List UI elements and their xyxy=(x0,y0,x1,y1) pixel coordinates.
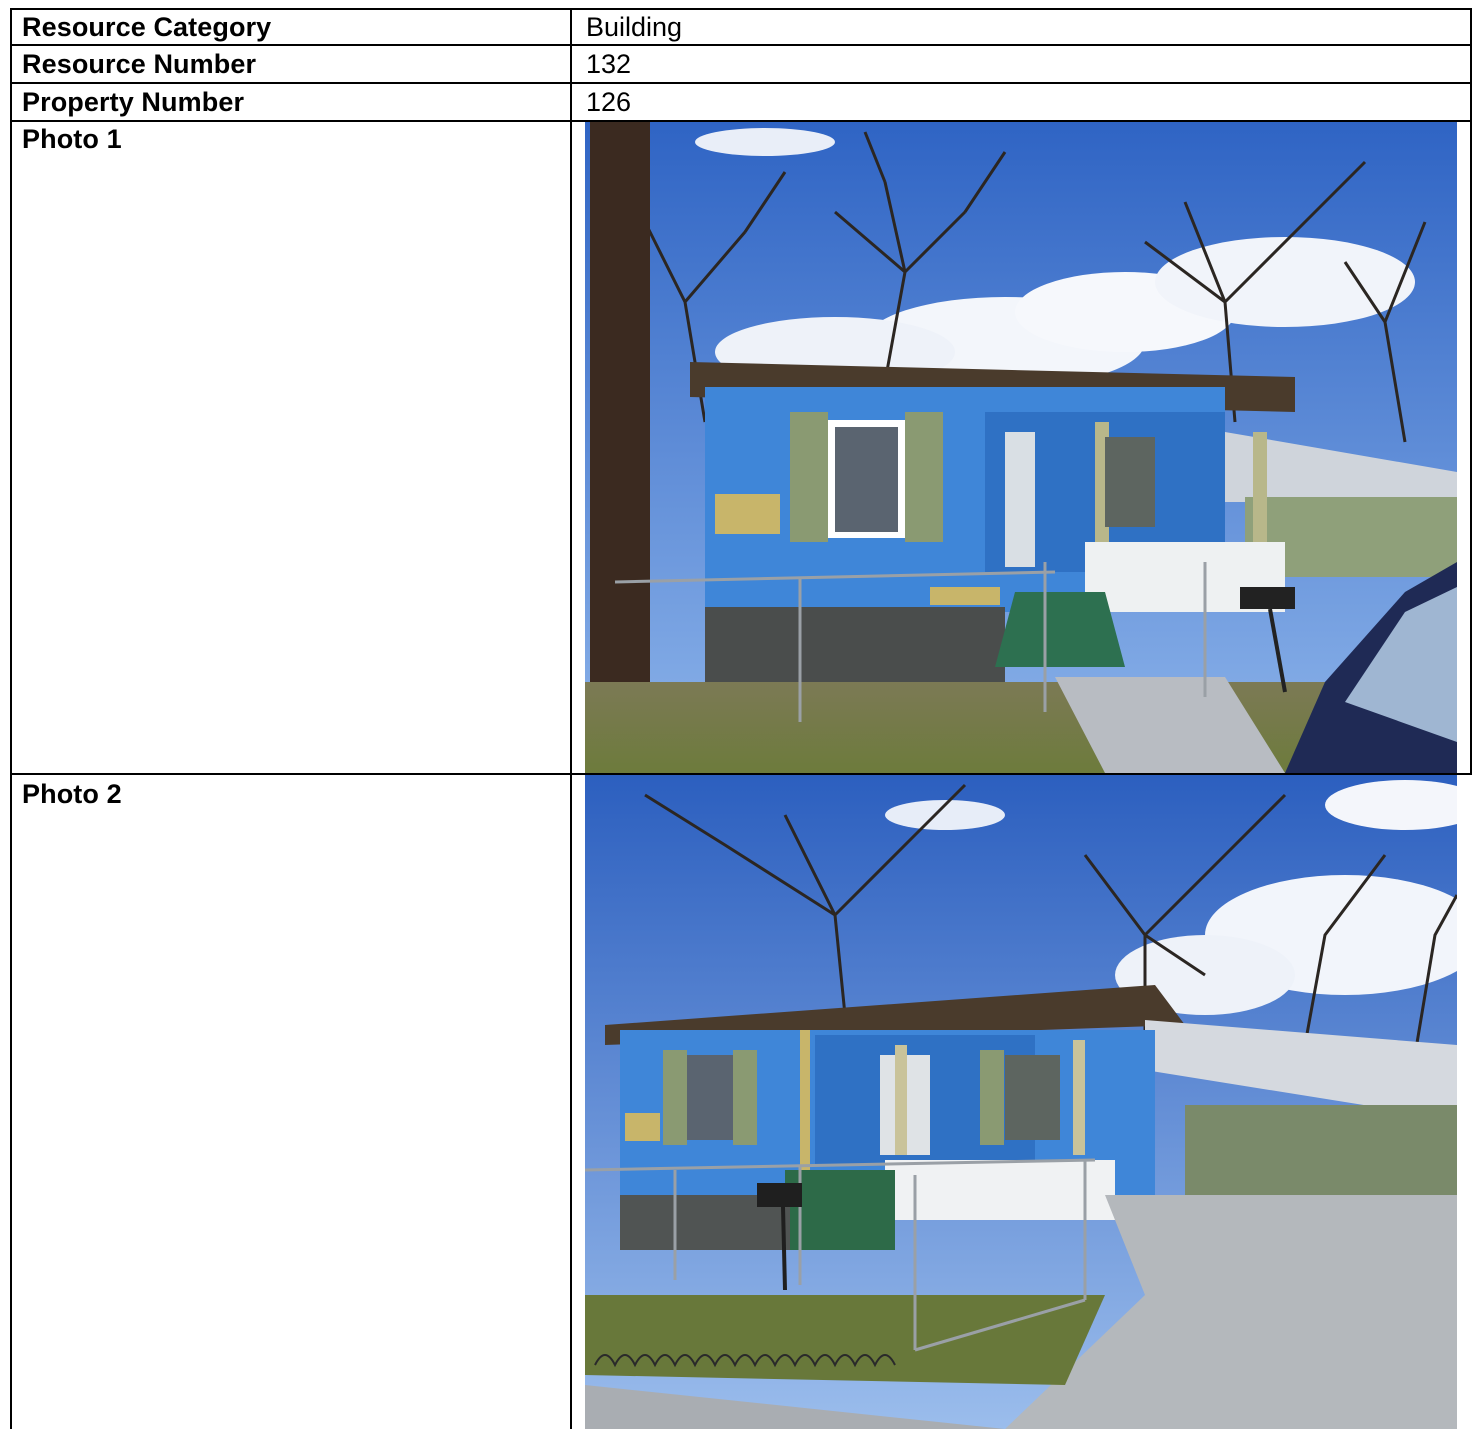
resource-table: Resource Category Building Resource Numb… xyxy=(10,8,1472,1429)
table-border-left xyxy=(10,8,12,1429)
property-number-label: Property Number xyxy=(22,87,245,117)
column-divider xyxy=(570,8,572,1429)
table-border-top xyxy=(10,8,1472,10)
row-divider xyxy=(10,44,1472,46)
resource-number-label: Resource Number xyxy=(22,49,257,79)
house-photo-1 xyxy=(585,122,1457,773)
table-border-right xyxy=(1470,8,1472,775)
resource-number-value: 132 xyxy=(586,49,632,79)
house-photo-2 xyxy=(585,775,1457,1429)
property-number-value: 126 xyxy=(586,87,632,117)
resource-category-value: Building xyxy=(586,12,683,42)
photo-2-label: Photo 2 xyxy=(22,779,122,809)
photo-1-label: Photo 1 xyxy=(22,124,122,154)
resource-category-label: Resource Category xyxy=(22,12,272,42)
row-divider xyxy=(10,82,1472,84)
